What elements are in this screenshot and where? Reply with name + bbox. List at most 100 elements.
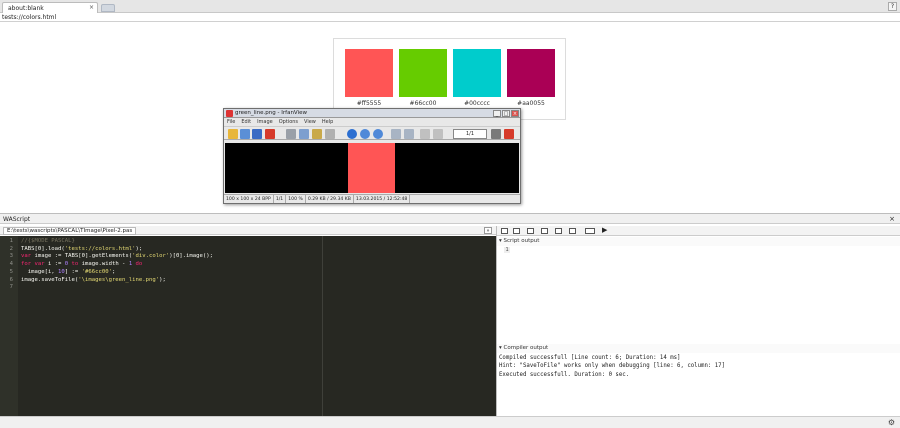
settings-tools-icon[interactable] [491, 129, 501, 139]
script-output-label: Script output [503, 238, 540, 244]
menu-help[interactable]: Help [322, 118, 333, 126]
irfanview-title: green_line.png - IrfanView [235, 110, 307, 116]
irfanview-title-bar[interactable]: green_line.png - IrfanView _ □ × [224, 109, 520, 118]
script-output-area[interactable]: 1 [497, 246, 900, 343]
line-number: 3 [9, 253, 13, 260]
swatch-green-label: #66cc00 [409, 100, 437, 107]
code-text: image.saveToFile('\images\green_line.png… [21, 276, 166, 283]
bottom-status-bar: ⚙ [0, 416, 900, 428]
zoom-out-icon[interactable] [373, 129, 383, 139]
address-bar[interactable]: tests://colors.html [0, 13, 900, 22]
status-date: 13.03.2015 / 12:52:48 [354, 195, 411, 203]
editor-tab-row: E:\tests\wascripts\PASCAL\TImage\Pixel-2… [0, 226, 496, 235]
line-number: 7 [9, 284, 13, 291]
script-output-line-number: 1 [504, 247, 510, 253]
code-line[interactable]: 1 //{$MODE PASCAL} [0, 238, 496, 246]
last-page-icon[interactable] [433, 129, 443, 139]
swatch-cyan [453, 49, 501, 97]
run-icon[interactable]: ▶ [602, 226, 607, 234]
compile-icon[interactable] [555, 228, 562, 234]
new-script-icon[interactable] [501, 228, 508, 234]
swatch-red-label: #ff5555 [356, 100, 382, 107]
save-icon[interactable] [252, 129, 262, 139]
irfanview-status-bar: 100 x 100 x 24 BPP 1/1 100 % 0.29 KB / 2… [224, 194, 520, 203]
delete-icon[interactable] [265, 129, 275, 139]
compiler-line-3: Executed successfull. Duration: 0 sec. [499, 371, 630, 378]
close-button[interactable]: × [511, 110, 519, 117]
compiler-output-label: Compiler output [503, 345, 549, 351]
exit-icon[interactable] [504, 129, 514, 139]
editor-menu-button[interactable]: » [484, 227, 492, 234]
help-button[interactable]: ? [888, 2, 897, 11]
minimize-button[interactable]: _ [493, 110, 501, 117]
menu-options[interactable]: Options [279, 118, 298, 126]
irfanview-image-canvas [225, 143, 519, 193]
first-page-icon[interactable] [420, 129, 430, 139]
compiler-output-header[interactable]: ▾ Compiler output [497, 344, 900, 353]
status-dimensions: 100 x 100 x 24 BPP [224, 195, 274, 203]
info-icon[interactable] [347, 129, 357, 139]
code-text: var image := TABS[0].getElements('div.co… [21, 253, 213, 260]
compiler-line-2: Hint: "SaveToFile" works only when debug… [499, 363, 725, 370]
line-number: 1 [9, 238, 13, 244]
zoom-in-icon[interactable] [360, 129, 370, 139]
maximize-button[interactable]: □ [502, 110, 510, 117]
save-script-icon[interactable] [527, 228, 534, 234]
tab-about-blank[interactable]: about:blank × [2, 2, 98, 13]
swatch-cyan-label: #00cccc [464, 100, 490, 107]
compiler-output-area[interactable]: Compiled successfull [Line count: 6; Dur… [497, 353, 900, 415]
save-all-icon[interactable] [541, 228, 548, 234]
paste-icon[interactable] [312, 129, 322, 139]
copy-icon[interactable] [299, 129, 309, 139]
wascript-title: WAScript [3, 216, 31, 223]
wascript-panel-header: WAScript × [0, 213, 900, 224]
code-line[interactable]: 4 for var i := 0 to image.width - 1 do [0, 261, 496, 269]
undo-icon[interactable] [325, 129, 335, 139]
next-icon[interactable] [404, 129, 414, 139]
cut-icon[interactable] [286, 129, 296, 139]
compiler-line-1: Compiled successfull [Line count: 6; Dur… [499, 355, 681, 361]
tab-title: about:blank [8, 5, 44, 12]
code-editor[interactable]: 1 //{$MODE PASCAL} 2 TABS[0].load('tests://… [0, 236, 496, 416]
code-text: //{$MODE PASCAL} [21, 238, 75, 244]
open-folder-icon[interactable] [228, 129, 238, 139]
code-line[interactable]: 6 image.saveToFile('\images\green_line.pn… [0, 277, 496, 285]
line-number: 2 [9, 245, 13, 252]
code-text: TABS[0].load('tests://colors.html'); [21, 245, 143, 252]
line-number: 4 [9, 261, 13, 268]
code-text: image[i, 10] := '#66cc00'; [21, 268, 116, 275]
script-toolbar: ▶ [497, 226, 900, 236]
code-line[interactable]: 3 var image := TABS[0].getElements('div.c… [0, 253, 496, 261]
swatch-red [345, 49, 393, 97]
line-number: 5 [9, 268, 13, 275]
previous-icon[interactable] [391, 129, 401, 139]
new-tab-button[interactable] [101, 4, 115, 12]
browser-tab-bar: about:blank × ? [0, 0, 900, 13]
open-script-icon[interactable] [513, 228, 520, 234]
swatch-magenta [507, 49, 555, 97]
tab-close-icon[interactable]: × [89, 4, 94, 11]
thumbnails-icon[interactable] [240, 129, 250, 139]
gear-icon[interactable]: ⚙ [888, 418, 895, 427]
image-red-block [348, 143, 395, 193]
code-line[interactable]: 5 image[i, 10] := '#66cc00'; [0, 269, 496, 277]
menu-view[interactable]: View [304, 118, 316, 126]
menu-image[interactable]: Image [257, 118, 273, 126]
code-line[interactable]: 7 [0, 284, 496, 292]
irfanview-window[interactable]: green_line.png - IrfanView _ □ × File Ed… [223, 108, 521, 204]
menu-file[interactable]: File [227, 118, 235, 126]
page-counter[interactable]: 1/1 [453, 129, 487, 139]
status-zoom: 100 % [286, 195, 306, 203]
file-tab-pixel-2[interactable]: E:\tests\wascripts\PASCAL\TImage\Pixel-2… [3, 227, 137, 235]
status-page: 1/1 [274, 195, 287, 203]
irfanview-toolbar: 1/1 [224, 126, 520, 140]
status-filesize: 0.29 KB / 29.34 KB [306, 195, 354, 203]
console-icon[interactable] [585, 228, 595, 234]
debug-icon[interactable] [569, 228, 576, 234]
script-output-header[interactable]: ▾ Script output [497, 237, 900, 246]
code-line[interactable]: 2 TABS[0].load('tests://colors.html'); [0, 246, 496, 254]
wascript-close-icon[interactable]: × [889, 215, 895, 223]
menu-edit[interactable]: Edit [241, 118, 251, 126]
swatch-magenta-label: #aa0055 [517, 100, 545, 107]
irfanview-menu-bar: File Edit Image Options View Help [224, 118, 520, 126]
